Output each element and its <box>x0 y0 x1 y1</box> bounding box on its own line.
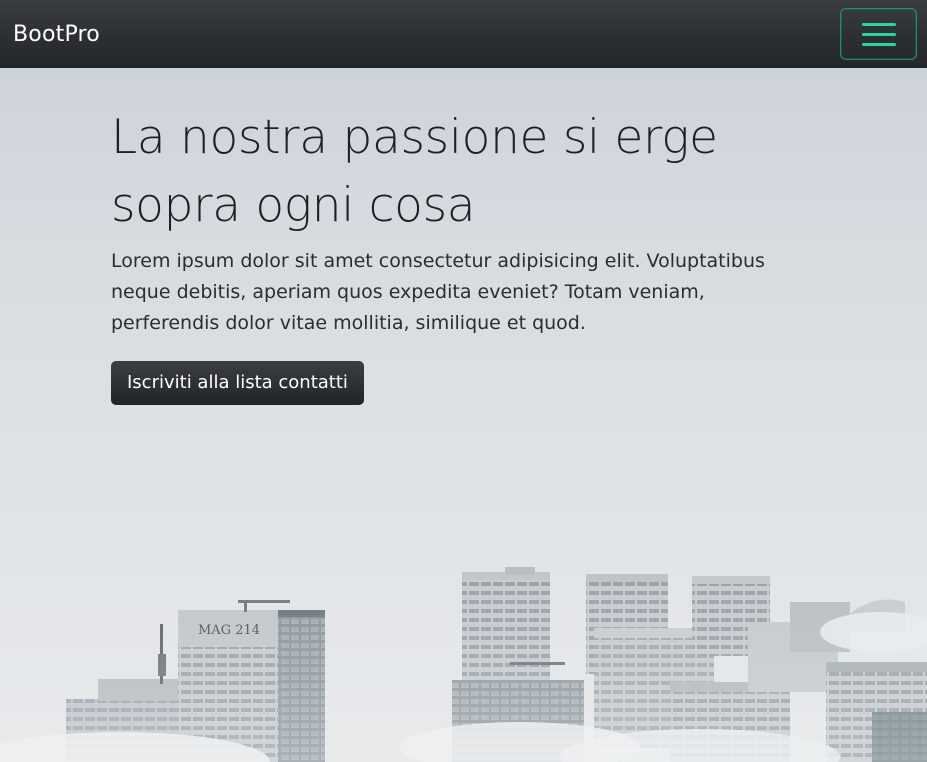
hamburger-menu-icon-bar-top <box>861 22 896 26</box>
hamburger-menu-icon-bar-middle <box>861 32 896 36</box>
navbar: BootPro <box>0 0 927 68</box>
hamburger-menu-icon-bar-bottom <box>861 42 896 46</box>
page: BootPro MAG 214 La nostra passione si er… <box>0 0 927 762</box>
hero-title: La nostra passione si erge sopra ogni co… <box>111 104 811 240</box>
navbar-toggler-button[interactable] <box>840 8 917 60</box>
hero-description: Lorem ipsum dolor sit amet consectetur a… <box>111 250 765 334</box>
city-skyline-background: MAG 214 <box>0 562 927 762</box>
hero-section: La nostra passione si erge sopra ogni co… <box>111 104 811 405</box>
subscribe-contact-list-button[interactable]: Iscriviti alla lista contatti <box>111 361 364 405</box>
brand-link[interactable]: BootPro <box>13 22 100 47</box>
hero-title-line2: sopra ogni cosa <box>111 178 476 233</box>
hero-title-line1: La nostra passione si erge <box>111 110 718 165</box>
